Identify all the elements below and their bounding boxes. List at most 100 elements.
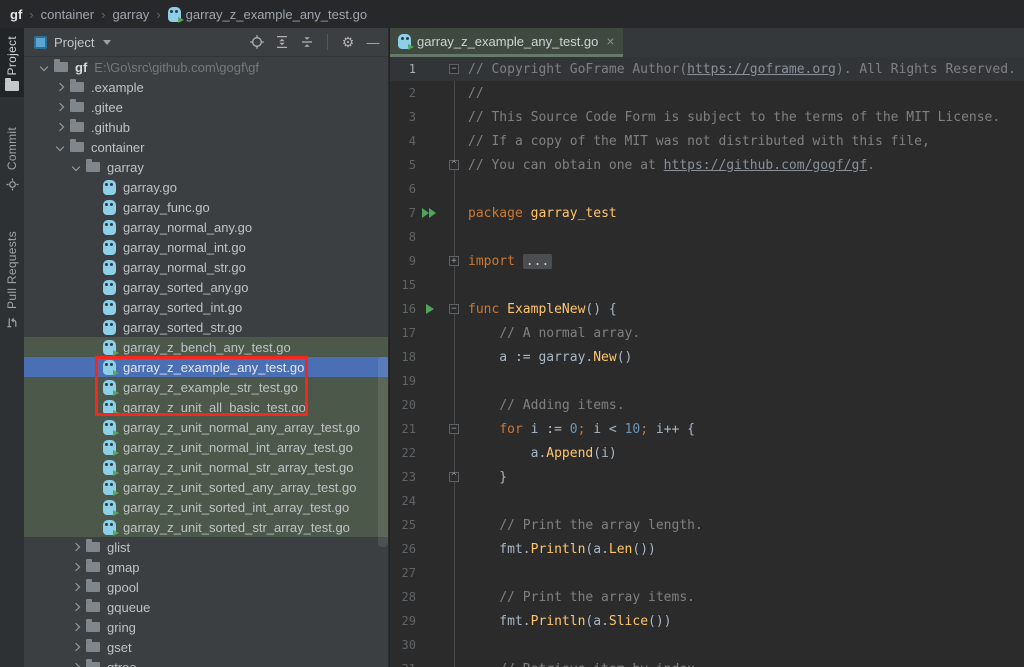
line-number: 29	[390, 614, 416, 628]
tree-row[interactable]: garray_z_unit_sorted_str_array_test.go	[24, 517, 388, 537]
tree-row[interactable]: .example	[24, 77, 388, 97]
chevron-right-icon[interactable]	[72, 543, 80, 551]
collapse-all-icon[interactable]	[298, 33, 316, 51]
fold-marker-plus-icon[interactable]: +	[449, 256, 459, 266]
fold-marker-end-icon[interactable]: ^	[449, 472, 459, 482]
chevron-right-icon[interactable]	[72, 643, 80, 651]
code-line[interactable]: 9+import ...	[390, 249, 1024, 273]
run-all-tests-icon[interactable]	[422, 207, 437, 219]
chevron-right-icon[interactable]	[72, 623, 80, 631]
settings-gear-icon[interactable]: ⚙	[339, 33, 357, 51]
fold-marker-end-icon[interactable]: ^	[449, 160, 459, 170]
code-line[interactable]: 15	[390, 273, 1024, 297]
breadcrumb-item[interactable]: garray_z_example_any_test.go	[168, 7, 367, 22]
hide-panel-icon[interactable]: —	[364, 33, 382, 51]
locate-icon[interactable]	[248, 33, 266, 51]
tree-row[interactable]: gqueue	[24, 597, 388, 617]
code-line[interactable]: 24	[390, 489, 1024, 513]
tree-row[interactable]: garray_z_unit_all_basic_test.go	[24, 397, 388, 417]
tree-row[interactable]: gmap	[24, 557, 388, 577]
chevron-down-icon[interactable]	[103, 40, 111, 45]
tree-row[interactable]: garray_z_unit_sorted_int_array_test.go	[24, 497, 388, 517]
code-line[interactable]: 4// If a copy of the MIT was not distrib…	[390, 129, 1024, 153]
tree-row[interactable]: garray_normal_str.go	[24, 257, 388, 277]
tree-row[interactable]: garray_func.go	[24, 197, 388, 217]
code-line[interactable]: 28 // Print the array items.	[390, 585, 1024, 609]
tree-row[interactable]: garray.go	[24, 177, 388, 197]
code-line[interactable]: 21− for i := 0; i < 10; i++ {	[390, 417, 1024, 441]
tree-row[interactable]: garray_sorted_str.go	[24, 317, 388, 337]
code-line[interactable]: 16−func ExampleNew() {	[390, 297, 1024, 321]
tree-row[interactable]: garray_normal_any.go	[24, 217, 388, 237]
breadcrumb-item[interactable]: container	[41, 7, 94, 22]
code-line[interactable]: 25 // Print the array length.	[390, 513, 1024, 537]
tree-row[interactable]: garray	[24, 157, 388, 177]
expand-all-icon[interactable]	[273, 33, 291, 51]
tree-row[interactable]: garray_z_example_str_test.go	[24, 377, 388, 397]
close-icon[interactable]: ×	[606, 34, 614, 48]
code-line[interactable]: 1−// Copyright GoFrame Author(https://go…	[390, 57, 1024, 81]
tree-row[interactable]: garray_z_unit_normal_any_array_test.go	[24, 417, 388, 437]
code-line[interactable]: 6	[390, 177, 1024, 201]
chevron-down-icon[interactable]	[56, 143, 64, 151]
editor-tab[interactable]: garray_z_example_any_test.go ×	[390, 28, 623, 57]
fold-marker-minus-icon[interactable]: −	[449, 304, 459, 314]
code-line[interactable]: 8	[390, 225, 1024, 249]
tree-row[interactable]: garray_z_unit_normal_int_array_test.go	[24, 437, 388, 457]
code-line-text: // Retrieve item by index.	[463, 662, 703, 667]
chevron-right-icon[interactable]	[56, 123, 64, 131]
chevron-right-icon[interactable]	[72, 563, 80, 571]
tree-row[interactable]: gtree	[24, 657, 388, 667]
tree-row[interactable]: garray_z_unit_sorted_any_array_test.go	[24, 477, 388, 497]
tree-row[interactable]: gpool	[24, 577, 388, 597]
code-line[interactable]: 17 // A normal array.	[390, 321, 1024, 345]
chevron-right-icon[interactable]	[72, 603, 80, 611]
chevron-right-icon[interactable]	[56, 83, 64, 91]
hyperlink[interactable]: https://github.com/gogf/gf	[664, 158, 868, 173]
run-test-icon[interactable]	[426, 304, 434, 314]
chevron-right-icon[interactable]	[72, 583, 80, 591]
code-line[interactable]: 27	[390, 561, 1024, 585]
code-line[interactable]: 2//	[390, 81, 1024, 105]
code-line[interactable]: 5^// You can obtain one at https://githu…	[390, 153, 1024, 177]
tree-row[interactable]: gset	[24, 637, 388, 657]
tree-row[interactable]: garray_z_example_any_test.go	[24, 357, 388, 377]
code-line[interactable]: 31 // Retrieve item by index.	[390, 657, 1024, 667]
code-line[interactable]: 29 fmt.Println(a.Slice())	[390, 609, 1024, 633]
code-editor[interactable]: 1−// Copyright GoFrame Author(https://go…	[390, 57, 1024, 667]
tree-row[interactable]: .gitee	[24, 97, 388, 117]
tree-row[interactable]: .github	[24, 117, 388, 137]
code-line[interactable]: 23^ }	[390, 465, 1024, 489]
tree-row[interactable]: garray_z_bench_any_test.go	[24, 337, 388, 357]
tree-row[interactable]: garray_sorted_int.go	[24, 297, 388, 317]
code-line[interactable]: 22 a.Append(i)	[390, 441, 1024, 465]
tree-row[interactable]: garray_sorted_any.go	[24, 277, 388, 297]
code-line[interactable]: 30	[390, 633, 1024, 657]
code-line[interactable]: 20 // Adding items.	[390, 393, 1024, 417]
breadcrumb-item[interactable]: garray	[112, 7, 149, 22]
breadcrumb-item[interactable]: gf	[10, 7, 22, 22]
code-line[interactable]: 3// This Source Code Form is subject to …	[390, 105, 1024, 129]
hyperlink[interactable]: https://goframe.org	[687, 62, 836, 77]
sidebar-item-pull-requests[interactable]: Pull Requests	[0, 223, 24, 339]
tree-row[interactable]: container	[24, 137, 388, 157]
code-line[interactable]: 26 fmt.Println(a.Len())	[390, 537, 1024, 561]
tree-row[interactable]: garray_z_unit_normal_str_array_test.go	[24, 457, 388, 477]
chevron-down-icon[interactable]	[40, 63, 48, 71]
sidebar-item-project[interactable]: Project	[0, 28, 24, 97]
chevron-right-icon[interactable]	[72, 663, 80, 667]
tree-row-root[interactable]: gfE:\Go\src\github.com\gogf\gf	[24, 57, 388, 77]
tree-row[interactable]: gring	[24, 617, 388, 637]
chevron-down-icon[interactable]	[72, 163, 80, 171]
fold-marker-minus-icon[interactable]: −	[449, 64, 459, 74]
code-line[interactable]: 18 a := garray.New()	[390, 345, 1024, 369]
code-line[interactable]: 19	[390, 369, 1024, 393]
tree-row[interactable]: glist	[24, 537, 388, 557]
code-line[interactable]: 7package garray_test	[390, 201, 1024, 225]
sidebar-item-commit[interactable]: Commit	[0, 119, 24, 200]
tree-row[interactable]: garray_normal_int.go	[24, 237, 388, 257]
go-test-file-icon	[103, 380, 116, 395]
tree-scrollbar[interactable]	[378, 357, 388, 547]
chevron-right-icon[interactable]	[56, 103, 64, 111]
fold-marker-minus-icon[interactable]: −	[449, 424, 459, 434]
